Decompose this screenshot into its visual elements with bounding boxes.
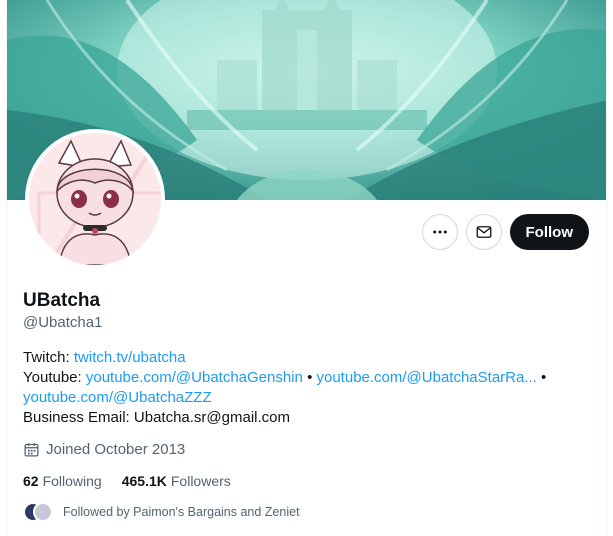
- following-count: 62: [23, 473, 39, 489]
- bio-line-youtube: Youtube: youtube.com/@UbatchaGenshin • y…: [23, 368, 593, 388]
- follow-button[interactable]: Follow: [509, 214, 589, 250]
- profile-frame: Follow UBatcha @Ubatcha1 Twitch: twitch.…: [6, 0, 607, 536]
- youtube-link-3[interactable]: youtube.com/@UbatchaZZZ: [23, 389, 212, 406]
- joined-text: Joined October 2013: [46, 441, 186, 458]
- bio-line-email: Business Email: Ubatcha.sr@gmail.com: [23, 408, 593, 428]
- more-icon: [432, 230, 447, 234]
- user-handle: @Ubatcha1: [23, 314, 103, 331]
- profile-avatar[interactable]: [25, 129, 165, 269]
- mini-avatar: [33, 502, 53, 522]
- message-button[interactable]: [465, 214, 502, 250]
- more-button[interactable]: [421, 214, 458, 250]
- twitch-link[interactable]: twitch.tv/ubatcha: [74, 349, 186, 366]
- followers-count: 465.1K: [121, 473, 167, 489]
- email-label: Business Email:: [23, 409, 130, 426]
- avatar-artwork: [29, 133, 161, 265]
- followers-link[interactable]: 465.1K Followers: [122, 473, 231, 489]
- followers-label: Followers: [170, 473, 231, 489]
- mail-icon: [476, 226, 491, 238]
- twitch-label: Twitch:: [23, 349, 70, 366]
- bio-line-twitch: Twitch: twitch.tv/ubatcha: [23, 348, 593, 368]
- youtube-link-1[interactable]: youtube.com/@UbatchaGenshin: [86, 369, 303, 386]
- separator-dot: •: [541, 369, 547, 386]
- separator-dot: •: [307, 369, 313, 386]
- calendar-icon: [24, 443, 39, 457]
- email-value: Ubatcha.sr@gmail.com: [133, 409, 290, 426]
- joined-date: Joined October 2013: [23, 441, 185, 458]
- profile-bio: Twitch: twitch.tv/ubatcha Youtube: youtu…: [23, 348, 593, 428]
- following-link[interactable]: 62 Following: [23, 473, 102, 489]
- youtube-link-2[interactable]: youtube.com/@UbatchaStarRa...: [317, 369, 537, 386]
- followed-by[interactable]: Followed by Paimon's Bargains and Zeniet: [23, 502, 300, 522]
- bio-line-youtube-cont: youtube.com/@UbatchaZZZ: [23, 388, 593, 408]
- followed-by-text: Followed by Paimon's Bargains and Zeniet: [63, 505, 300, 519]
- profile-actions: Follow: [421, 214, 589, 250]
- following-label: Following: [42, 473, 102, 489]
- follow-stats: 62 Following 465.1K Followers: [23, 473, 231, 489]
- display-name: UBatcha: [23, 290, 101, 311]
- followed-by-avatars: [23, 502, 53, 522]
- youtube-label: Youtube:: [23, 369, 82, 386]
